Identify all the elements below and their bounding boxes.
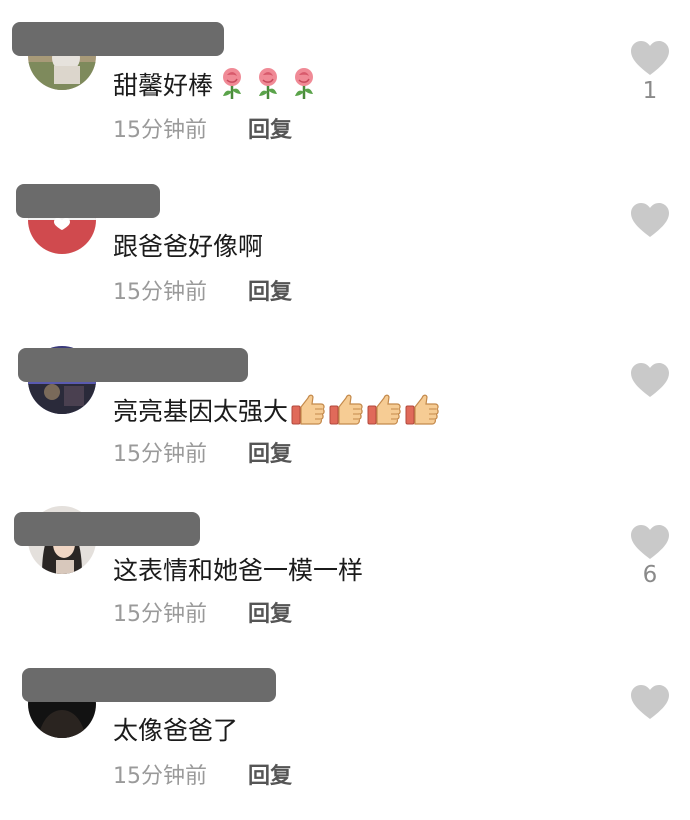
reply-button[interactable]: 回复 [248, 600, 292, 630]
rose-icon [215, 66, 249, 109]
like-button[interactable] [630, 40, 670, 76]
comment-item: 亮亮基因太强大 15分钟前 回复 [0, 342, 690, 492]
heart-icon [631, 363, 669, 397]
thumbs-up-icon [404, 392, 440, 435]
comment-text: 甜馨好棒 [113, 66, 321, 109]
like-count: 1 [642, 78, 658, 104]
comment-text: 太像爸爸了 [113, 716, 239, 745]
like-button[interactable] [630, 362, 670, 398]
reply-button[interactable]: 回复 [248, 440, 292, 470]
comment-item: 这表情和她爸一模一样 15分钟前 回复 6 [0, 504, 690, 654]
comment-item: 跟爸爸好像啊 15分钟前 回复 [0, 180, 690, 330]
redacted-username [14, 512, 200, 546]
timestamp: 15分钟前 [113, 118, 207, 143]
thumbs-up-icon [366, 392, 402, 435]
reply-button[interactable]: 回复 [248, 116, 292, 146]
redacted-username [12, 22, 224, 56]
heart-icon [631, 525, 669, 559]
heart-icon [631, 685, 669, 719]
redacted-username [18, 348, 248, 382]
like-button[interactable] [630, 684, 670, 720]
timestamp: 15分钟前 [113, 280, 207, 305]
reply-button[interactable]: 回复 [248, 762, 292, 792]
comment-text-content: 亮亮基因太强大 [113, 397, 289, 426]
comment-text: 这表情和她爸一模一样 [113, 556, 364, 585]
thumbs-up-icon [328, 392, 364, 435]
heart-icon [631, 203, 669, 237]
timestamp: 15分钟前 [113, 764, 207, 789]
heart-icon [631, 41, 669, 75]
comment-item: 甜馨好棒 15分钟前 回复 1 [0, 18, 690, 168]
like-button[interactable] [630, 202, 670, 238]
comment-text: 亮亮基因太强大 [113, 392, 440, 435]
comment-item: 太像爸爸了 15分钟前 回复 [0, 664, 690, 814]
timestamp: 15分钟前 [113, 442, 207, 467]
like-count: 6 [642, 562, 658, 588]
redacted-username [22, 668, 276, 702]
comment-text-content: 甜馨好棒 [113, 71, 214, 100]
comment-text: 跟爸爸好像啊 [113, 232, 264, 261]
rose-icon [287, 66, 321, 109]
thumbs-up-icon [290, 392, 326, 435]
reply-button[interactable]: 回复 [248, 278, 292, 308]
timestamp: 15分钟前 [113, 602, 207, 627]
like-button[interactable] [630, 524, 670, 560]
redacted-username [16, 184, 160, 218]
rose-icon [251, 66, 285, 109]
